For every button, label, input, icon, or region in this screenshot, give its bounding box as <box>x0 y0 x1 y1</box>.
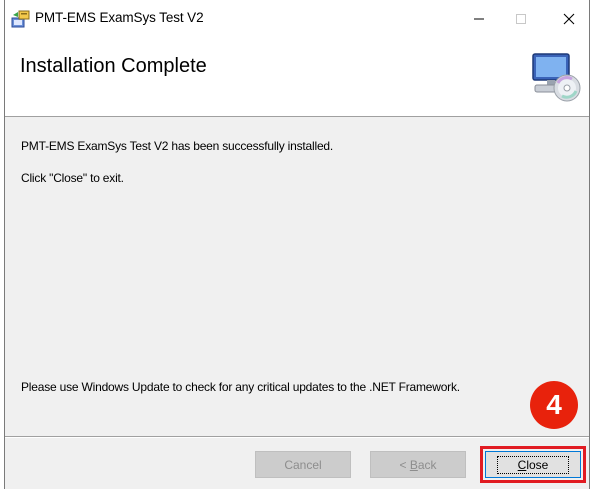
update-notice: Please use Windows Update to check for a… <box>21 380 460 394</box>
back-button-prefix: < <box>399 457 410 472</box>
cancel-button[interactable]: Cancel <box>255 451 351 478</box>
back-button-label: ack <box>417 457 437 472</box>
minimize-button[interactable] <box>457 0 501 38</box>
exit-instruction: Click "Close" to exit. <box>21 171 124 185</box>
close-button[interactable]: Close <box>480 446 586 483</box>
back-button-accel: B <box>409 457 418 472</box>
window-title: PMT-EMS ExamSys Test V2 <box>35 10 204 25</box>
close-button-label: lose <box>526 457 549 472</box>
page-title: Installation Complete <box>20 55 207 77</box>
installer-window: PMT-EMS ExamSys Test V2 Installation Com… <box>4 0 590 489</box>
wizard-header: Installation Complete <box>5 38 589 117</box>
computer-cd-icon <box>532 53 581 102</box>
success-message: PMT-EMS ExamSys Test V2 has been success… <box>21 139 334 153</box>
step-number-badge: 4 <box>530 381 578 429</box>
back-button[interactable]: < Back <box>370 451 466 478</box>
minimize-icon <box>474 18 484 20</box>
close-window-button[interactable] <box>547 0 591 38</box>
close-button-focus: Close <box>496 455 570 474</box>
maximize-button <box>499 0 543 38</box>
installer-icon <box>11 10 30 28</box>
wizard-content: PMT-EMS ExamSys Test V2 has been success… <box>5 117 589 435</box>
wizard-footer: Cancel < Back Close <box>5 438 589 489</box>
close-icon <box>563 13 575 25</box>
title-bar[interactable]: PMT-EMS ExamSys Test V2 <box>5 0 589 38</box>
maximize-icon <box>516 14 526 24</box>
cancel-button-label: Cancel <box>284 457 322 472</box>
